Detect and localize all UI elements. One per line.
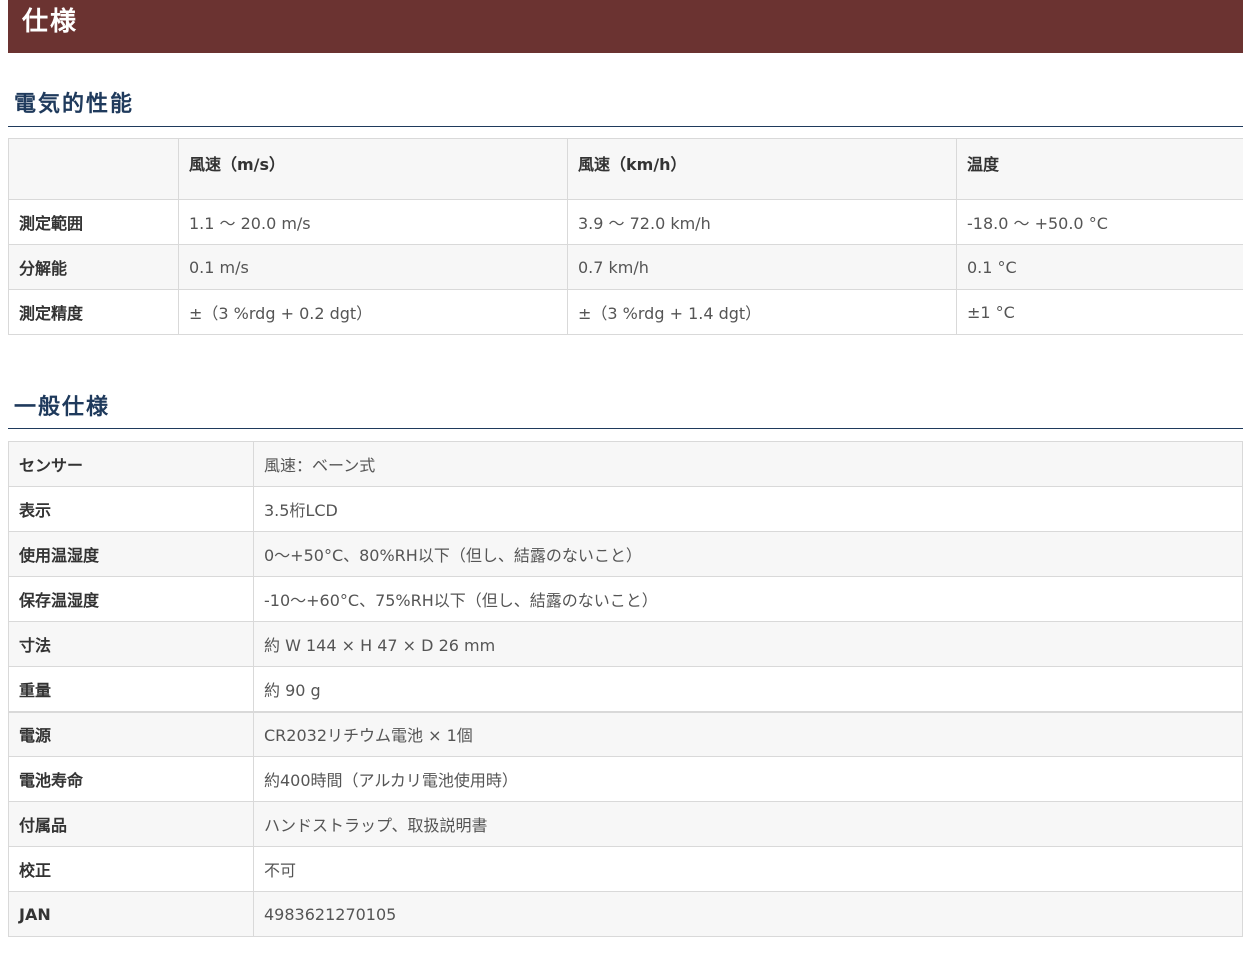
row-label: 測定精度	[8, 289, 179, 335]
header-cell	[8, 138, 179, 200]
row-label: 校正	[8, 846, 254, 892]
row-label: 寸法	[8, 621, 254, 667]
table-cell: 3.9 ～ 72.0 km/h	[567, 199, 957, 245]
table-row: 保存温湿度 -10～+60°C、75%RH以下（但し、結露のないこと）	[8, 576, 1243, 622]
table-cell: CR2032リチウム電池 × 1個	[253, 710, 1243, 757]
row-label: JAN	[8, 891, 254, 937]
general-section-divider	[8, 428, 1243, 429]
table-cell: 4983621270105	[253, 891, 1243, 937]
table-row: 電池寿命 約400時間（アルカリ電池使用時）	[8, 756, 1243, 802]
electrical-section-title: 電気的性能	[14, 92, 135, 117]
table-cell: 約 W 144 × H 47 × D 26 mm	[253, 621, 1243, 667]
row-label: 電池寿命	[8, 756, 254, 802]
table-cell: 0.1 m/s	[178, 244, 568, 290]
table-row: 寸法 約 W 144 × H 47 × D 26 mm	[8, 621, 1243, 667]
table-cell: ±1 °C	[956, 289, 1243, 335]
row-label: 表示	[8, 486, 254, 532]
table-cell: -18.0 ～ +50.0 °C	[956, 199, 1243, 245]
table-row: 測定範囲 1.1 ～ 20.0 m/s 3.9 ～ 72.0 km/h -18.…	[8, 199, 1243, 245]
header-cell: 風速（m/s）	[178, 138, 568, 200]
row-label: 付属品	[8, 801, 254, 847]
row-label: 測定範囲	[8, 199, 179, 245]
general-section-title: 一般仕様	[14, 395, 111, 420]
row-label: 分解能	[8, 244, 179, 290]
table-cell: ±（3 %rdg + 1.4 dgt）	[567, 289, 957, 335]
table-row: 校正 不可	[8, 846, 1243, 892]
electrical-spec-table: 風速（m/s） 風速（km/h） 温度 測定範囲 1.1 ～ 20.0 m/s …	[8, 138, 1243, 335]
table-cell: 約400時間（アルカリ電池使用時）	[253, 756, 1243, 802]
table-row: 重量 約 90 g	[8, 666, 1243, 712]
table-cell: 不可	[253, 846, 1243, 892]
spec-banner: 仕様	[8, 0, 1243, 53]
general-spec-table: センサー 風速：ベーン式 表示 3.5桁LCD 使用温湿度 0～+50°C、80…	[8, 441, 1243, 937]
table-cell: 0.7 km/h	[567, 244, 957, 290]
table-cell: 0～+50°C、80%RH以下（但し、結露のないこと）	[253, 531, 1243, 577]
table-cell: 1.1 ～ 20.0 m/s	[178, 199, 568, 245]
table-cell: ±（3 %rdg + 0.2 dgt）	[178, 289, 568, 335]
table-row: 電源 CR2032リチウム電池 × 1個	[8, 710, 1243, 757]
row-label: センサー	[8, 441, 254, 487]
row-label: 保存温湿度	[8, 576, 254, 622]
table-cell: 0.1 °C	[956, 244, 1243, 290]
table-row: JAN 4983621270105	[8, 891, 1243, 937]
row-label: 重量	[8, 666, 254, 712]
table-row: 測定精度 ±（3 %rdg + 0.2 dgt） ±（3 %rdg + 1.4 …	[8, 289, 1243, 335]
table-cell: ハンドストラップ、取扱説明書	[253, 801, 1243, 847]
header-cell: 風速（km/h）	[567, 138, 957, 200]
table-row: 使用温湿度 0～+50°C、80%RH以下（但し、結露のないこと）	[8, 531, 1243, 577]
row-label: 電源	[8, 710, 254, 757]
table-header-row: 風速（m/s） 風速（km/h） 温度	[8, 138, 1243, 200]
table-row: 付属品 ハンドストラップ、取扱説明書	[8, 801, 1243, 847]
banner-title: 仕様	[22, 7, 79, 37]
table-cell: 約 90 g	[253, 666, 1243, 712]
table-cell: -10～+60°C、75%RH以下（但し、結露のないこと）	[253, 576, 1243, 622]
table-row: 表示 3.5桁LCD	[8, 486, 1243, 532]
table-row: 分解能 0.1 m/s 0.7 km/h 0.1 °C	[8, 244, 1243, 290]
table-cell: 風速：ベーン式	[253, 441, 1243, 487]
table-cell: 3.5桁LCD	[253, 486, 1243, 532]
table-row: センサー 風速：ベーン式	[8, 441, 1243, 487]
header-cell: 温度	[956, 138, 1243, 200]
row-label: 使用温湿度	[8, 531, 254, 577]
electrical-section-divider	[8, 126, 1243, 127]
